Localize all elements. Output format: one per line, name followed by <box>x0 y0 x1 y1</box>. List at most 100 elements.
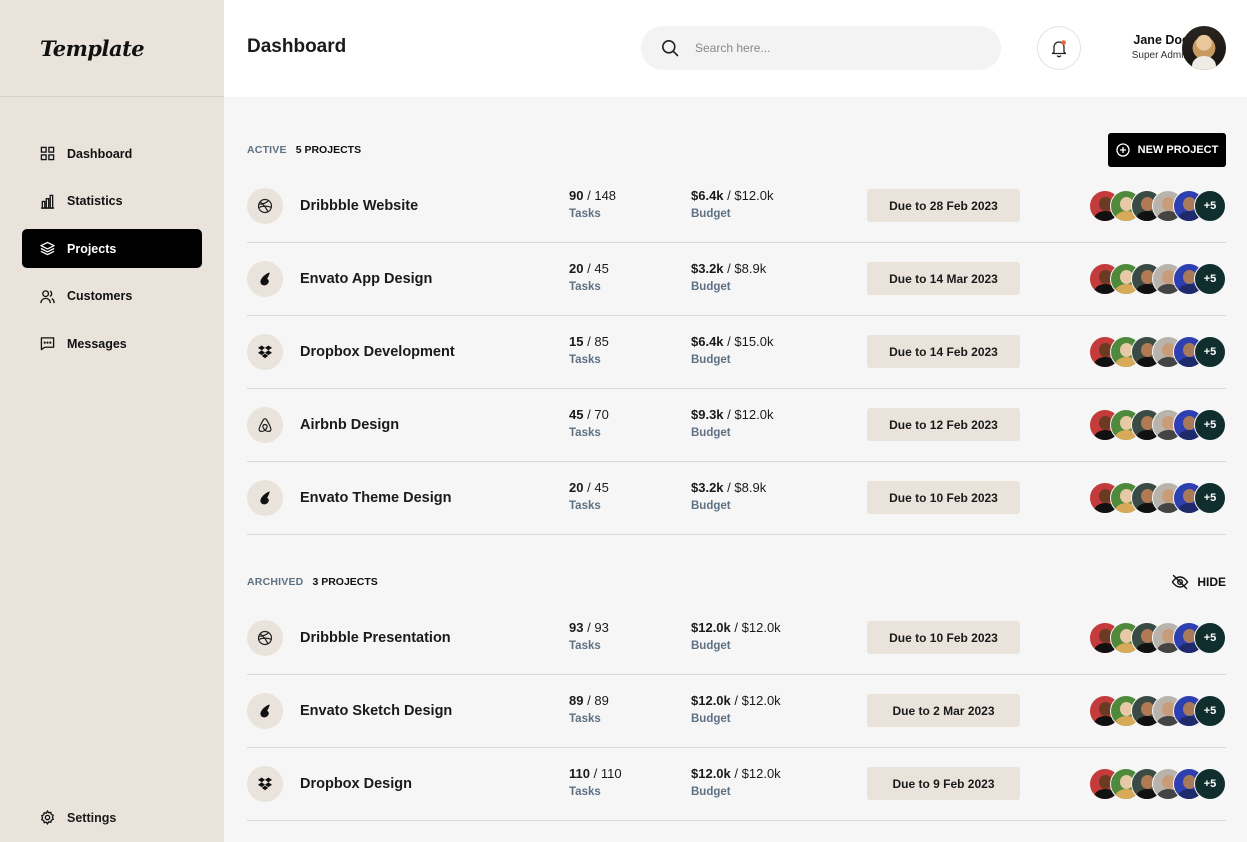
tasks-stat: 20 / 45Tasks <box>569 261 609 293</box>
more-members-badge[interactable]: +5 <box>1194 482 1226 514</box>
user-avatar[interactable] <box>1182 26 1226 70</box>
more-members-badge[interactable]: +5 <box>1194 190 1226 222</box>
team-avatars: +5 <box>1089 482 1226 514</box>
project-name[interactable]: Dribbble Website <box>300 198 418 214</box>
budget-label: Budget <box>691 713 781 725</box>
tasks-label: Tasks <box>569 354 609 366</box>
project-row[interactable]: Envato Theme Design 20 / 45Tasks $3.2k / $… <box>247 462 1226 535</box>
budget-total: $8.9k <box>734 480 766 495</box>
project-name[interactable]: Airbnb Design <box>300 417 399 433</box>
bell-icon <box>1049 38 1069 58</box>
tasks-stat: 15 / 85Tasks <box>569 334 609 366</box>
project-name[interactable]: Envato App Design <box>300 271 432 287</box>
more-members-badge[interactable]: +5 <box>1194 768 1226 800</box>
budget-stat: $6.4k / $12.0kBudget <box>691 188 773 220</box>
project-name[interactable]: Dropbox Design <box>300 776 412 792</box>
dropbox-icon <box>247 766 283 802</box>
budget-total: $15.0k <box>734 334 773 349</box>
airbnb-icon <box>247 407 283 443</box>
user-info[interactable]: Jane Doe Super Admin <box>1132 33 1189 61</box>
sidebar-item-dashboard[interactable]: Dashboard <box>22 134 202 173</box>
budget-separator: / <box>734 693 738 708</box>
new-project-button[interactable]: NEW PROJECT <box>1108 133 1226 167</box>
project-row[interactable]: Dribbble Presentation93 / 93Tasks$12.0k … <box>247 602 1226 675</box>
project-row[interactable]: Envato App Design 20 / 45Tasks $3.2k / $8.… <box>247 243 1226 316</box>
project-row[interactable]: Dribbble Website90 / 148Tasks$6.4k / $12… <box>247 170 1226 243</box>
budget-total: $12.0k <box>734 407 773 422</box>
dribbble-icon <box>247 620 283 656</box>
sidebar-item-customers[interactable]: Customers <box>22 277 202 316</box>
due-date-badge: Due to 14 Feb 2023 <box>867 335 1020 368</box>
due-date-badge: Due to 14 Mar 2023 <box>867 262 1020 295</box>
budget-total: $12.0k <box>742 766 781 781</box>
budget-label: Budget <box>691 786 781 798</box>
budget-total: $8.9k <box>734 261 766 276</box>
budget-spent: $3.2k <box>691 261 724 276</box>
budget-label: Budget <box>691 208 773 220</box>
budget-label: Budget <box>691 427 773 439</box>
due-date-badge: Due to 2 Mar 2023 <box>867 694 1020 727</box>
settings-label: Settings <box>67 811 116 825</box>
tasks-done: 15 <box>569 334 583 349</box>
message-icon <box>39 336 55 352</box>
budget-separator: / <box>734 620 738 635</box>
budget-stat: $3.2k / $8.9kBudget <box>691 261 766 293</box>
sidebar-item-settings[interactable]: Settings <box>22 798 202 837</box>
project-row[interactable]: Envato Sketch Design89 / 89Tasks$12.0k /… <box>247 675 1226 748</box>
eye-off-icon <box>1171 574 1189 590</box>
budget-label: Budget <box>691 640 781 652</box>
tasks-stat: 20 / 45Tasks <box>569 480 609 512</box>
tasks-done: 45 <box>569 407 583 422</box>
sidebar-item-statistics[interactable]: Statistics <box>22 182 202 221</box>
more-members-badge[interactable]: +5 <box>1194 695 1226 727</box>
tasks-total: 93 <box>594 620 608 635</box>
sidebar: Template Dashboard Statistics Projects C… <box>0 0 224 842</box>
team-avatars: +5 <box>1089 263 1226 295</box>
more-members-badge[interactable]: +5 <box>1194 622 1226 654</box>
project-name[interactable]: Envato Theme Design <box>300 490 451 506</box>
project-row[interactable]: Airbnb Design45 / 70Tasks$9.3k / $12.0kB… <box>247 389 1226 462</box>
sidebar-item-label: Dashboard <box>67 147 132 161</box>
due-date-badge: Due to 12 Feb 2023 <box>867 408 1020 441</box>
dropbox-icon <box>247 334 283 370</box>
tasks-done: 93 <box>569 620 583 635</box>
archived-count: 3 PROJECTS <box>312 576 377 588</box>
active-label: ACTIVE <box>247 144 287 156</box>
page-title: Dashboard <box>247 36 346 58</box>
active-project-list: Dribbble Website90 / 148Tasks$6.4k / $12… <box>247 170 1226 535</box>
more-members-badge[interactable]: +5 <box>1194 263 1226 295</box>
due-date-badge: Due to 28 Feb 2023 <box>867 189 1020 222</box>
project-row[interactable]: Dropbox Design110 / 110Tasks$12.0k / $12… <box>247 748 1226 821</box>
budget-stat: $12.0k / $12.0kBudget <box>691 693 781 725</box>
team-avatars: +5 <box>1089 622 1226 654</box>
due-date-badge: Due to 10 Feb 2023 <box>867 481 1020 514</box>
more-members-badge[interactable]: +5 <box>1194 409 1226 441</box>
hide-archived-button[interactable]: HIDE <box>1171 574 1226 590</box>
app-logo[interactable]: Template <box>40 36 144 61</box>
search-input[interactable] <box>695 41 965 55</box>
tasks-label: Tasks <box>569 208 616 220</box>
bar-chart-icon <box>39 193 55 209</box>
project-name[interactable]: Envato Sketch Design <box>300 703 452 719</box>
notifications-button[interactable] <box>1037 26 1081 70</box>
project-name[interactable]: Dribbble Presentation <box>300 630 451 646</box>
budget-label: Budget <box>691 354 773 366</box>
tasks-separator: / <box>587 480 591 495</box>
budget-spent: $12.0k <box>691 693 731 708</box>
user-role: Super Admin <box>1132 50 1189 61</box>
project-name[interactable]: Dropbox Development <box>300 344 455 360</box>
budget-stat: $6.4k / $15.0kBudget <box>691 334 773 366</box>
sidebar-item-messages[interactable]: Messages <box>22 324 202 363</box>
budget-stat: $12.0k / $12.0kBudget <box>691 766 781 798</box>
project-row[interactable]: Dropbox Development15 / 85Tasks$6.4k / $… <box>247 316 1226 389</box>
sidebar-item-projects[interactable]: Projects <box>22 229 202 268</box>
tasks-separator: / <box>587 620 591 635</box>
budget-spent: $3.2k <box>691 480 724 495</box>
more-members-badge[interactable]: +5 <box>1194 336 1226 368</box>
budget-total: $12.0k <box>734 188 773 203</box>
tasks-label: Tasks <box>569 427 609 439</box>
tasks-separator: / <box>594 766 598 781</box>
team-avatars: +5 <box>1089 336 1226 368</box>
tasks-total: 89 <box>594 693 608 708</box>
search-bar[interactable] <box>641 26 1001 70</box>
